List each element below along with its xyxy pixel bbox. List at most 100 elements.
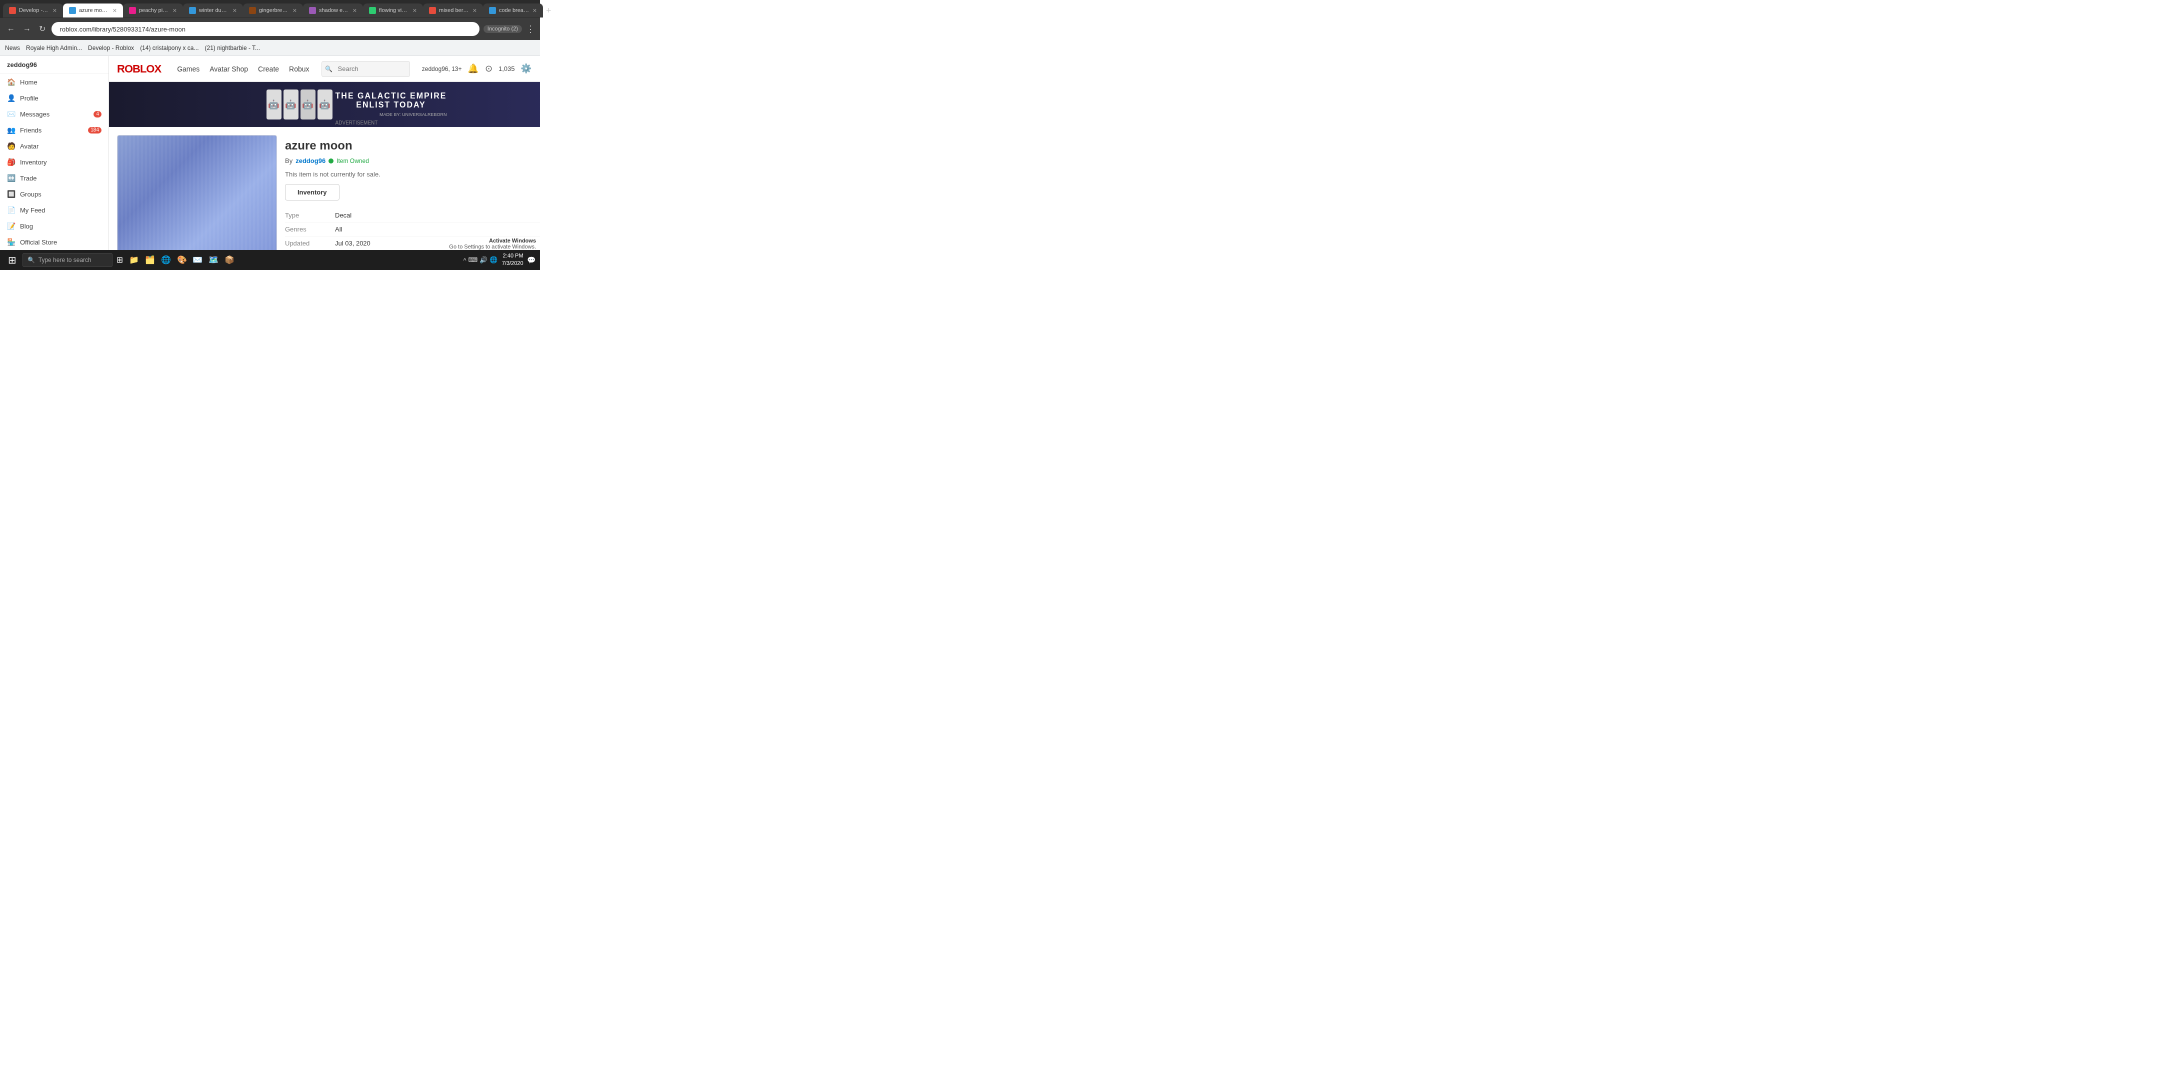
browser-tab-develop[interactable]: Develop - Roblox ✕ (3, 4, 63, 18)
taskbar: ⊞ 🔍 Type here to search ⊞ 📁 🗂️ 🌐 🎨 ✉️ 🗺️… (0, 250, 540, 270)
bookmark-news[interactable]: News (5, 44, 20, 51)
search-input[interactable] (321, 61, 410, 77)
speaker-icon[interactable]: 🔊 (480, 256, 488, 264)
inventory-button[interactable]: Inventory (285, 184, 339, 201)
browser-tab-codebreaker[interactable]: code breaker - Rob... ✕ (483, 4, 543, 18)
nav-item-avatar-shop[interactable]: Avatar Shop (210, 65, 248, 73)
browser-tab-winter[interactable]: winter dust - Robl... ✕ (183, 4, 243, 18)
sidebar-item-home[interactable]: 🏠 Home (0, 74, 109, 90)
browser-chrome: Develop - Roblox ✕ azure moon - Robl... … (0, 0, 540, 56)
browser-tab-shadow[interactable]: shadow empress -... ✕ (303, 4, 363, 18)
nav-item-create[interactable]: Create (258, 65, 279, 73)
tab-bar: Develop - Roblox ✕ azure moon - Robl... … (0, 0, 540, 18)
taskbar-right: ^ ⌨ 🔊 🌐 2:40 PM 7/3/2020 💬 (463, 252, 536, 267)
paint-icon[interactable]: 🎨 (175, 255, 189, 265)
browser-tab-mixed[interactable]: mixed berry - Robl... ✕ (423, 4, 483, 18)
reload-button[interactable]: ↻ (37, 22, 48, 36)
sidebar-item-official-store[interactable]: 🏪 Official Store (0, 234, 109, 250)
tab-close-button[interactable]: ✕ (232, 7, 237, 14)
sidebar-item-profile[interactable]: 👤 Profile (0, 90, 109, 106)
forward-button[interactable]: → (21, 23, 33, 36)
type-label: Type (285, 212, 335, 220)
tab-close-button[interactable]: ✕ (112, 7, 117, 14)
badge-friends: 184 (88, 127, 101, 134)
sidebar: zeddog96 🏠 Home👤 Profile✉️ Messages4👥 Fr… (0, 56, 109, 270)
tab-close-button[interactable]: ✕ (352, 7, 357, 14)
groups-icon: 🔲 (7, 190, 16, 199)
sidebar-item-avatar[interactable]: 🧑 Avatar (0, 138, 109, 154)
sidebar-label-blog: Blog (20, 222, 33, 230)
tab-label: shadow empress -... (319, 8, 349, 14)
sidebar-item-inventory[interactable]: 🎒 Inventory (0, 154, 109, 170)
tab-label: peachy pink - Robl... (139, 8, 169, 14)
browser-icon[interactable]: 🌐 (159, 255, 173, 265)
bookmark-(21)-nightbarbie---t...[interactable]: (21) nightbarbie - T... (205, 44, 260, 51)
taskview-icon[interactable]: ⊞ (114, 255, 125, 265)
address-bar: ← → ↻ Incognito (2) ⋮ (0, 18, 540, 40)
browser-tab-flowing[interactable]: flowing vines - Rob... ✕ (363, 4, 423, 18)
browser-tab-azure[interactable]: azure moon - Robl... ✕ (63, 4, 123, 18)
ad-text: THE GALACTIC EMPIREENLIST TODAY (335, 92, 446, 110)
taskbar-search[interactable]: 🔍 Type here to search (22, 253, 112, 267)
item-owner[interactable]: zeddog96 (296, 157, 326, 165)
sidebar-label-friends: Friends (20, 126, 42, 134)
new-tab-button[interactable]: + (546, 5, 551, 16)
home-icon: 🏠 (7, 78, 16, 87)
nav-item-games[interactable]: Games (177, 65, 200, 73)
bookmark-develop---roblox[interactable]: Develop - Roblox (88, 44, 134, 51)
menu-icon[interactable]: ⋮ (526, 24, 535, 35)
tab-favicon (429, 7, 436, 14)
sidebar-item-messages[interactable]: ✉️ Messages4 (0, 106, 109, 122)
mail-icon[interactable]: ✉️ (191, 255, 205, 265)
robux-icon[interactable]: ⊙ (485, 64, 493, 75)
browser-tab-gingerbread[interactable]: gingerbread - Robl... ✕ (243, 4, 303, 18)
tab-label: winter dust - Robl... (199, 8, 229, 14)
taskbar-time: 2:40 PM 7/3/2020 (502, 252, 523, 267)
tab-close-button[interactable]: ✕ (172, 7, 177, 14)
sidebar-item-blog[interactable]: 📝 Blog (0, 218, 109, 234)
tab-favicon (69, 7, 76, 14)
sidebar-label-groups: Groups (20, 190, 41, 198)
up-arrow-icon[interactable]: ^ (463, 256, 466, 264)
tab-close-button[interactable]: ✕ (472, 7, 477, 14)
tab-close-button[interactable]: ✕ (532, 7, 537, 14)
inventory-icon: 🎒 (7, 158, 16, 167)
ad-banner: 🤖 🤖 🤖 🤖 THE GALACTIC EMPIREENLIST TODAY … (109, 82, 540, 127)
keyboard-icon: ⌨ (468, 256, 477, 264)
tab-close-button[interactable]: ✕ (292, 7, 297, 14)
map-icon[interactable]: 🗺️ (207, 255, 221, 265)
folder-icon[interactable]: 📁 (127, 255, 141, 265)
sidebar-label-trade: Trade (20, 174, 37, 182)
notification-icon[interactable]: 💬 (527, 256, 536, 265)
address-right: Incognito (2) ⋮ (483, 24, 535, 35)
not-for-sale: This item is not currently for sale. (285, 171, 540, 179)
tab-label: azure moon - Robl... (79, 8, 109, 14)
back-button[interactable]: ← (5, 23, 17, 36)
tab-label: mixed berry - Robl... (439, 8, 469, 14)
app-icon[interactable]: 📦 (223, 255, 237, 265)
owned-label: Item Owned (337, 157, 369, 164)
robux-count: 1,035 (499, 65, 515, 73)
nav-item-robux[interactable]: Robux (289, 65, 309, 73)
sidebar-item-groups[interactable]: 🔲 Groups (0, 186, 109, 202)
sidebar-item-trade[interactable]: ↔️ Trade (0, 170, 109, 186)
bookmark-royale-high-admin...[interactable]: Royale High Admin... (26, 44, 82, 51)
incognito-badge: Incognito (2) (483, 25, 522, 33)
bookmark-(14)-cristalpony-x-ca...[interactable]: (14) cristalpony x ca... (140, 44, 199, 51)
settings-icon[interactable]: ⚙️ (521, 64, 532, 75)
address-input[interactable] (52, 22, 480, 36)
notifications-icon[interactable]: 🔔 (468, 64, 479, 75)
start-button[interactable]: ⊞ (4, 254, 20, 267)
sidebar-label-home: Home (20, 78, 37, 86)
browser-tab-peachy[interactable]: peachy pink - Robl... ✕ (123, 4, 183, 18)
sidebar-item-myfeed[interactable]: 📄 My Feed (0, 202, 109, 218)
roblox-logo: ROBLOX (117, 62, 161, 75)
sidebar-username: zeddog96 (0, 56, 109, 74)
tab-close-button[interactable]: ✕ (412, 7, 417, 14)
sidebar-item-friends[interactable]: 👥 Friends184 (0, 122, 109, 138)
taskbar-sys: ^ ⌨ 🔊 🌐 (463, 256, 498, 264)
tab-close-button[interactable]: ✕ (52, 7, 57, 14)
blog-icon: 📝 (7, 222, 16, 231)
files-icon[interactable]: 🗂️ (143, 255, 157, 265)
network-icon[interactable]: 🌐 (490, 256, 498, 264)
